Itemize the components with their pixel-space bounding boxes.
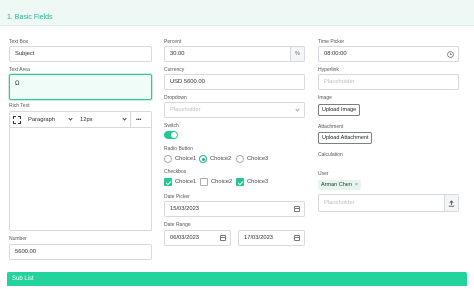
checkbox-choice2-label: Choice2: [211, 179, 233, 185]
attachment-label: Attachment: [318, 124, 344, 130]
format-toggle[interactable]: [10, 112, 24, 127]
hyperlink-input[interactable]: Placeholder: [318, 74, 459, 90]
upload-attachment-button-label: Upload Attachment: [322, 135, 369, 141]
number-value: 5600.00: [15, 249, 36, 255]
radio-label: Radio Button: [164, 146, 193, 152]
dropdown-label: Dropdown: [164, 95, 187, 101]
radio-circle-selected: [199, 155, 207, 163]
expand-icon: [13, 115, 21, 124]
checkbox-choice1-label: Choice1: [175, 179, 197, 185]
percent-label: Percent: [164, 39, 182, 45]
text-area-value: Ω: [15, 81, 20, 87]
date-range-start-value: 06/03/2023: [170, 235, 200, 241]
checkbox-checked: [236, 178, 244, 186]
checkbox-label: Checkbox: [164, 169, 187, 175]
switch-knob: [171, 132, 177, 138]
text-area-label: Text Area: [9, 67, 30, 73]
text-box-value: Subject: [15, 51, 35, 57]
font-size-select-value: 12px: [80, 116, 93, 123]
section-header: 1. Basic Fields: [0, 0, 474, 26]
user-picker-button[interactable]: [444, 195, 458, 211]
dropdown-placeholder: Placeholder: [170, 107, 201, 113]
paragraph-select-value: Paragraph: [28, 116, 56, 123]
rich-text-editor[interactable]: Paragraph 12px •••: [9, 111, 152, 231]
currency-value: USD 5600.00: [170, 79, 205, 85]
clock-icon: [447, 51, 454, 58]
chevron-down-icon: [122, 116, 127, 121]
chevron-down-icon: [295, 106, 300, 112]
percent-input[interactable]: 30.00 %: [164, 46, 305, 62]
upload-icon: [448, 199, 455, 207]
date-range-end-value: 17/03/2023: [244, 235, 274, 241]
text-box-input[interactable]: Subject: [9, 46, 152, 62]
checkbox-choice1[interactable]: Choice1: [164, 178, 196, 186]
calendar-icon: [220, 235, 226, 241]
checkbox-checked: [164, 178, 172, 186]
user-tag-name: Arman Chen: [321, 182, 352, 188]
upload-image-button[interactable]: Upload Image: [318, 104, 361, 116]
switch-label: Switch: [164, 123, 179, 129]
rich-text-label: Rich Text: [9, 103, 30, 109]
radio-choice2-label: Choice2: [210, 156, 232, 162]
text-area-input[interactable]: Ω: [9, 74, 152, 100]
hyperlink-placeholder: Placeholder: [324, 79, 355, 85]
chevron-down-icon: [68, 116, 73, 121]
calendar-icon: [294, 235, 300, 241]
tag-close-icon[interactable]: ×: [355, 182, 358, 188]
dropdown-select[interactable]: Placeholder: [164, 102, 305, 118]
time-picker-value: 08:00:00: [324, 51, 347, 57]
user-label: User: [318, 171, 329, 177]
checkbox-choice3-label: Choice3: [247, 179, 269, 185]
date-picker-input[interactable]: 15/03/2023: [164, 201, 305, 217]
calendar-icon: [294, 206, 300, 212]
radio-choice1[interactable]: Choice1: [164, 155, 196, 163]
upload-attachment-button[interactable]: Upload Attachment: [318, 132, 373, 144]
currency-input[interactable]: USD 5600.00: [164, 74, 305, 90]
more-icon: •••: [136, 116, 142, 123]
number-label: Number: [9, 236, 27, 242]
time-picker-input[interactable]: 08:00:00: [318, 46, 459, 62]
rich-text-toolbar: Paragraph 12px •••: [10, 112, 151, 128]
radio-choice3[interactable]: Choice3: [236, 155, 268, 163]
date-picker-label: Date Picker: [164, 194, 190, 200]
date-range-start[interactable]: 06/03/2023: [164, 230, 231, 246]
user-placeholder: Placeholder: [324, 200, 355, 206]
number-input[interactable]: 5600.00: [9, 244, 152, 260]
user-input[interactable]: Placeholder: [318, 194, 459, 212]
date-range-label: Date Range: [164, 222, 191, 228]
checkbox-unchecked: [200, 178, 208, 186]
percent-suffix: %: [290, 47, 304, 61]
radio-choice3-label: Choice3: [247, 156, 269, 162]
currency-label: Currency: [164, 67, 185, 73]
radio-choice1-label: Choice1: [175, 156, 197, 162]
checkbox-choice2[interactable]: Choice2: [200, 178, 232, 186]
date-range-end[interactable]: 17/03/2023: [238, 230, 305, 246]
sub-list-title: Sub List: [12, 276, 34, 282]
radio-circle: [236, 155, 244, 163]
radio-choice2[interactable]: Choice2: [199, 155, 231, 163]
switch-toggle[interactable]: [164, 131, 178, 139]
upload-image-button-label: Upload Image: [322, 107, 357, 113]
calculation-label: Calculation: [318, 152, 343, 158]
font-size-select[interactable]: 12px: [76, 112, 130, 127]
date-picker-value: 15/03/2023: [170, 206, 200, 212]
user-tag: Arman Chen ×: [318, 180, 362, 190]
time-picker-label: Time Picker: [318, 39, 345, 45]
paragraph-select[interactable]: Paragraph: [24, 112, 76, 127]
percent-value: 30.00: [170, 51, 185, 57]
image-label: Image: [318, 95, 332, 101]
checkbox-choice3[interactable]: Choice3: [236, 178, 268, 186]
text-box-label: Text Box: [9, 39, 29, 45]
section-title: 1. Basic Fields: [7, 14, 53, 21]
radio-circle: [164, 155, 172, 163]
hyperlink-label: Hyperlink: [318, 67, 339, 73]
more-button[interactable]: •••: [130, 112, 146, 127]
sub-list-header[interactable]: Sub List: [7, 272, 467, 286]
